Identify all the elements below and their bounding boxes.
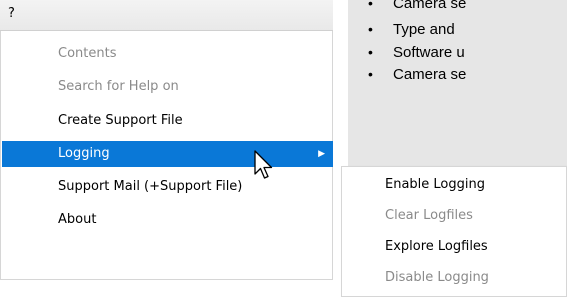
document-line-text: Camera se — [393, 66, 467, 83]
document-line-text: Camera se — [393, 0, 467, 12]
menu-item-about[interactable]: About — [2, 207, 333, 233]
menu-item-search-for-help[interactable]: Search for Help on — [2, 74, 333, 100]
submenu-item-disable-logging[interactable]: Disable Logging — [343, 263, 565, 293]
help-dropdown-menu: Contents Search for Help on Create Suppo… — [0, 31, 333, 280]
menu-item-support-mail[interactable]: Support Mail (+Support File) — [2, 174, 333, 200]
arrow-pointer-icon — [254, 150, 273, 179]
menu-item-logging[interactable]: Logging ▶ — [2, 141, 333, 167]
submenu-item-explore-logfiles[interactable]: Explore Logfiles — [343, 232, 565, 262]
bullet-icon: • — [368, 0, 373, 11]
menu-item-logging-label: Logging — [58, 146, 110, 161]
background-document — [348, 0, 567, 166]
bullet-icon: • — [368, 44, 373, 60]
help-menu-button[interactable]: ? — [8, 6, 15, 21]
submenu-item-clear-logfiles[interactable]: Clear Logfiles — [343, 201, 565, 231]
menu-item-create-support-file[interactable]: Create Support File — [2, 108, 333, 134]
bullet-icon: • — [368, 21, 373, 37]
submenu-item-enable-logging[interactable]: Enable Logging — [343, 170, 565, 200]
document-line-text: Software u — [393, 44, 465, 61]
menu-bar: ? — [0, 0, 333, 31]
document-line-text: Type and — [393, 21, 455, 38]
menu-item-contents[interactable]: Contents — [2, 41, 333, 67]
logging-submenu: Enable Logging Clear Logfiles Explore Lo… — [341, 166, 567, 297]
bullet-icon: • — [368, 66, 373, 82]
submenu-arrow-icon: ▶ — [318, 149, 325, 159]
